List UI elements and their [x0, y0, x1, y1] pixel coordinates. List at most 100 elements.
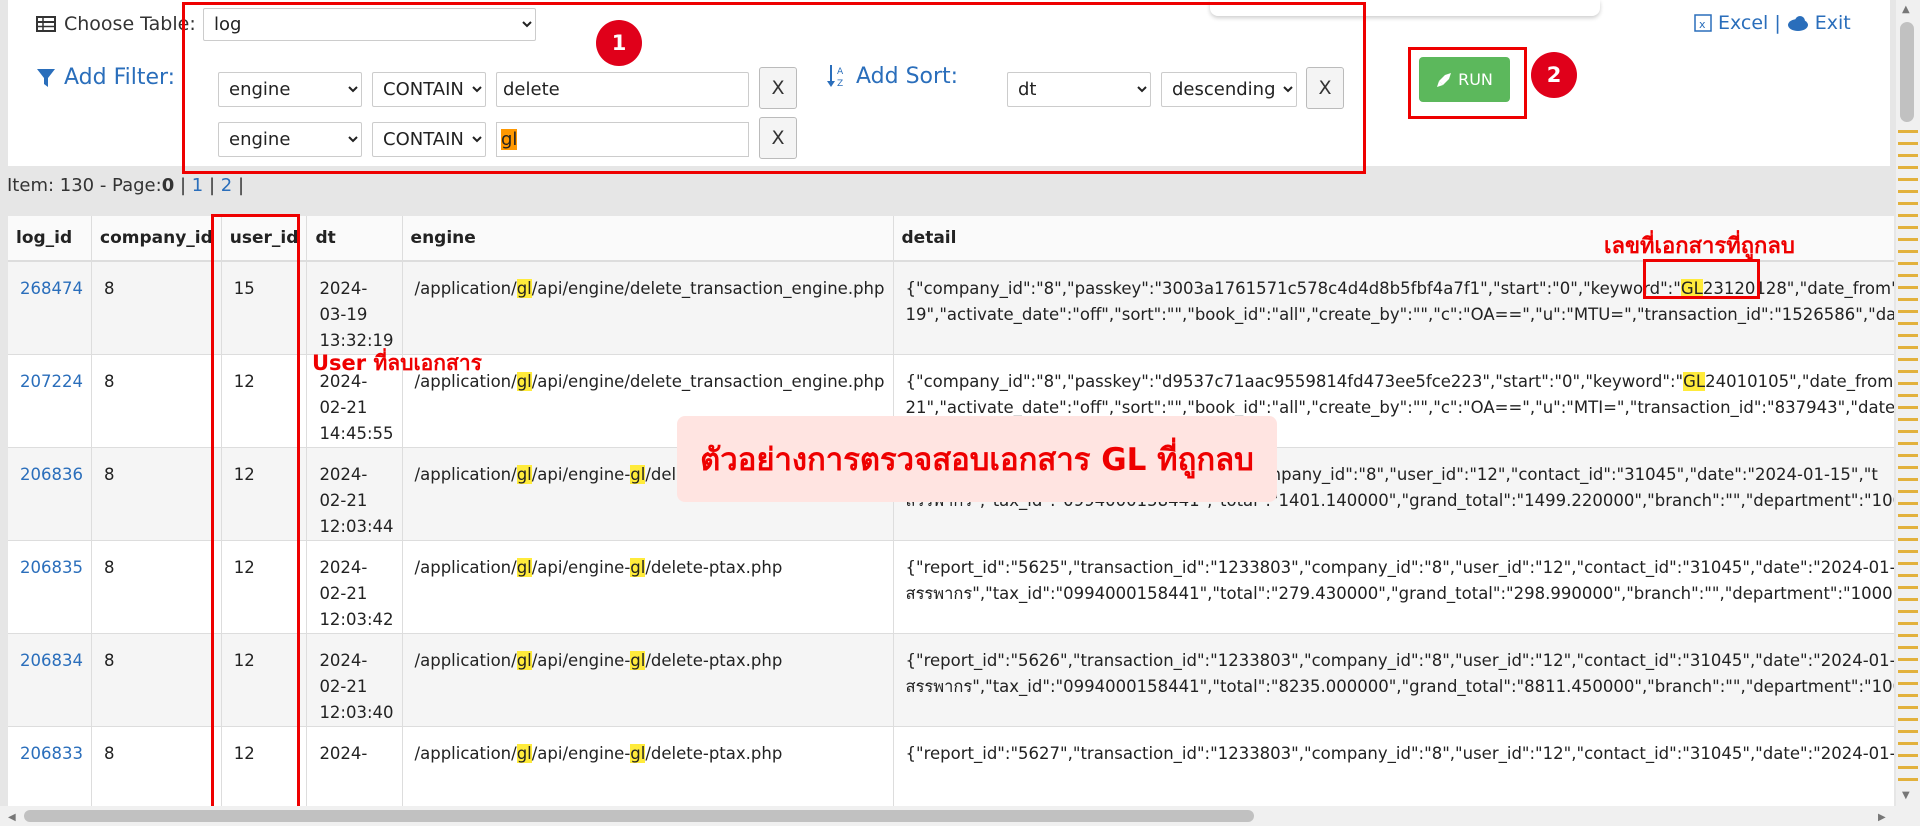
cell-company-id: 8: [91, 260, 222, 355]
engine-text: /api/engine-: [531, 744, 631, 763]
detail-text: {"report_id":"5626","transaction_id":"12…: [905, 651, 1895, 670]
dt-time-part: 14:45:55: [319, 424, 394, 443]
cloud-icon: [1787, 16, 1808, 31]
engine-highlight: gl: [630, 465, 646, 484]
engine-text: /delete-ptax.php: [645, 744, 783, 763]
cell-engine: /application/gl/api/engine-gl/delete-pta…: [402, 726, 894, 808]
log-id-link[interactable]: 206836: [20, 465, 83, 484]
annotation-box-user-id: [211, 214, 300, 810]
paging-info: Item: 130 - Page:0 | 1 | 2 |: [7, 175, 244, 196]
add-filter-group[interactable]: Add Filter:: [36, 65, 175, 90]
log-id-link[interactable]: 206833: [20, 744, 83, 763]
top-link-separator: |: [1774, 12, 1781, 34]
dt-time-part: 12:03:40: [319, 703, 394, 722]
scroll-up-arrow-icon[interactable]: ▲: [1902, 4, 1910, 15]
cell-engine: /application/gl/api/engine-gl/delete-pta…: [402, 540, 894, 634]
cell-company-id: 8: [91, 633, 222, 727]
horizontal-scrollbar[interactable]: ◀ ▶: [0, 806, 1896, 826]
dt-date-part: 2024-: [319, 558, 368, 577]
page-link-1[interactable]: 1: [192, 175, 203, 196]
detail-text: {"report_id":"5625","transaction_id":"12…: [905, 558, 1895, 577]
horizontal-scroll-thumb[interactable]: [24, 810, 1254, 822]
detail-highlight: GL: [1683, 372, 1706, 391]
paging-text: Item: 130 - Page:: [7, 175, 162, 196]
dt-date-part: 2024-: [319, 279, 368, 298]
dt-date-part: 02-21: [319, 677, 368, 696]
cell-log-id: 206834: [8, 633, 92, 727]
cell-dt: 2024- 03-19 13:32:19: [306, 260, 403, 355]
dt-time-part: 12:03:42: [319, 610, 394, 629]
dt-date-part: 02-21: [319, 491, 368, 510]
annotation-doc-number: เลขที่เอกสารที่ถูกลบ: [1604, 234, 1795, 259]
add-filter-label[interactable]: Add Filter:: [64, 65, 175, 90]
scroll-down-arrow-icon[interactable]: ▼: [1902, 790, 1910, 801]
cell-company-id: 8: [91, 540, 222, 634]
col-header-dt[interactable]: dt: [306, 216, 403, 262]
engine-highlight: gl: [516, 372, 532, 391]
cell-dt: 2024- 02-21 12:03:40: [306, 633, 403, 727]
paging-sep: |: [208, 175, 216, 196]
cell-dt: 2024- 02-21 12:03:42: [306, 540, 403, 634]
col-header-log-id[interactable]: log_id: [8, 216, 92, 262]
cell-log-id: 206836: [8, 447, 92, 541]
cell-dt: 2024-: [306, 726, 403, 808]
vertical-scroll-thumb[interactable]: [1900, 22, 1914, 122]
detail-text: {"report_id":"5627","transaction_id":"12…: [905, 744, 1895, 763]
detail-text: 19","activate_date":"off","sort":"","boo…: [905, 305, 1895, 324]
engine-highlight: gl: [516, 558, 532, 577]
dt-date-part: 02-21: [319, 584, 368, 603]
table-icon: [36, 16, 56, 32]
engine-text: /application/: [414, 465, 517, 484]
dt-date-part: 03-19: [319, 305, 368, 324]
engine-text: /api/engine/delete_transaction_engine.ph…: [531, 372, 885, 391]
paging-current: 0: [161, 175, 175, 196]
page-link-2[interactable]: 2: [221, 175, 232, 196]
col-header-engine[interactable]: engine: [402, 216, 894, 262]
exit-link[interactable]: Exit: [1815, 12, 1851, 34]
cell-engine: /application/gl/api/engine-gl/delete-pta…: [402, 633, 894, 727]
cell-detail: {"report_id":"5626","transaction_id":"12…: [893, 633, 1895, 727]
top-links: x Excel | Exit: [1694, 12, 1851, 34]
scroll-left-arrow-icon[interactable]: ◀: [8, 812, 16, 823]
vertical-scrollbar[interactable]: ▲ ▼: [1896, 0, 1920, 826]
engine-text: /api/engine-: [531, 651, 631, 670]
annotation-box-run: [1408, 47, 1527, 119]
engine-text: /api/engine-: [531, 465, 631, 484]
choose-table-label: Choose Table:: [64, 13, 196, 35]
log-id-link[interactable]: 268474: [20, 279, 83, 298]
dt-date-part: 02-21: [319, 398, 368, 417]
log-id-link[interactable]: 207224: [20, 372, 83, 391]
detail-text: {"company_id":"8","passkey":"d9537c71aac…: [905, 372, 1684, 391]
annotation-user: User ที่ลบเอกสาร: [312, 351, 482, 375]
annotation-callout: ตัวอย่างการตรวจสอบเอกสาร GL ที่ถูกลบ: [677, 416, 1277, 502]
badge-step-2: 2: [1531, 52, 1577, 98]
dt-date-part: 2024-: [319, 651, 368, 670]
engine-text: /application/: [414, 558, 517, 577]
cell-company-id: 8: [91, 447, 222, 541]
log-id-link[interactable]: 206834: [20, 651, 83, 670]
engine-highlight: gl: [516, 651, 532, 670]
scroll-right-arrow-icon[interactable]: ▶: [1878, 812, 1886, 823]
cell-detail: {"report_id":"5625","transaction_id":"12…: [893, 540, 1895, 634]
engine-highlight: gl: [516, 279, 532, 298]
log-id-link[interactable]: 206835: [20, 558, 83, 577]
cell-company-id: 8: [91, 354, 222, 448]
col-header-company-id[interactable]: company_id: [91, 216, 222, 262]
paging-sep: |: [179, 175, 187, 196]
excel-link[interactable]: Excel: [1718, 12, 1768, 34]
engine-highlight: gl: [516, 744, 532, 763]
cell-log-id: 207224: [8, 354, 92, 448]
engine-highlight: gl: [630, 744, 646, 763]
engine-text: /delete-ptax.php: [645, 651, 783, 670]
annotation-box-doc-number: [1643, 259, 1760, 299]
search-match-markers: [1898, 130, 1918, 790]
cell-log-id: 206833: [8, 726, 92, 808]
engine-highlight: gl: [516, 465, 532, 484]
dt-date-part: 2024-: [319, 744, 368, 763]
engine-text: /application/: [414, 744, 517, 763]
detail-text: สรรพากร","tax_id":"0994000158441","total…: [905, 584, 1895, 603]
engine-highlight: gl: [630, 558, 646, 577]
cell-engine: /application/gl/api/engine/delete_transa…: [402, 260, 894, 355]
detail-text: {"company_id":"8","passkey":"3003a176157…: [905, 279, 1681, 298]
engine-text: /api/engine-: [531, 558, 631, 577]
